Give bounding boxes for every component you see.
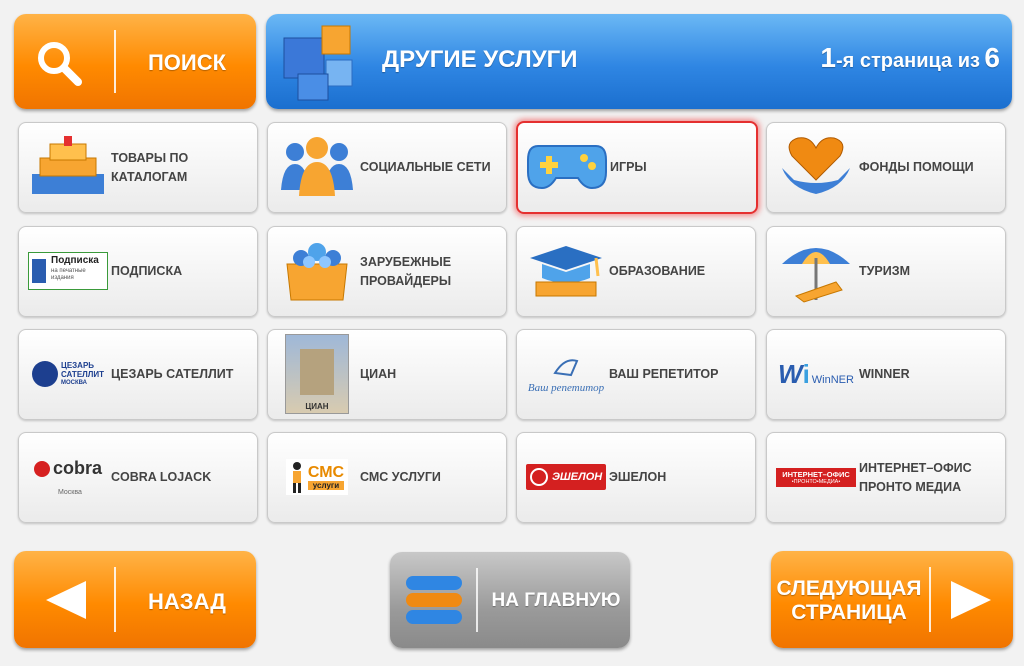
tile-label: ОБРАЗОВАНИЕ [609,264,706,278]
page-title: ДРУГИЕ УСЛУГИ [382,46,578,73]
next-label: СЛЕДУЮЩАЯ СТРАНИЦА [771,577,927,625]
repetitor-logo-text: Ваш репетитор [527,381,605,394]
cesar-logo-line3: МОСКВА [60,379,87,386]
cobra-logo-sub: Москва [57,489,82,496]
page-indicator: 1-я страница из 6 [820,42,1000,74]
next-label-line1: СЛЕДУЮЩАЯ [776,577,922,600]
winner-logo-text: WinNER [811,373,854,386]
graduation-cap-icon [525,239,607,303]
podpiska-logo-sub: на печатные издания [51,268,86,281]
tile-label: СОЦИАЛЬНЫЕ СЕТИ [360,160,491,174]
tile-label: ВАШ РЕПЕТИТОР [609,367,719,381]
home-button[interactable]: НА ГЛАВНУЮ [390,552,630,648]
arrow-right-icon [945,579,995,626]
cian-caption: ЦИАН [305,402,329,411]
tile-internet-office[interactable]: ИНТЕРНЕТ–ОФИС •ПРОНТО•МЕДИА• ИНТЕРНЕТ–ОФ… [766,432,1006,523]
back-label: НАЗАД [148,589,226,614]
search-button[interactable]: ПОИСК [14,14,256,109]
podpiska-logo: Подписка на печатные издания [27,239,109,303]
sms-logo: СМС услуги [276,445,358,509]
cian-building-icon: ЦИАН [276,334,358,414]
tile-your-tutor[interactable]: Ваш репетитор ВАШ РЕПЕТИТОР [516,329,756,420]
tile-charity-funds[interactable]: ФОНДЫ ПОМОЩИ [766,122,1006,213]
tile-social-networks[interactable]: СОЦИАЛЬНЫЕ СЕТИ [267,122,507,213]
search-label: ПОИСК [147,50,227,75]
tile-label: ЦИАН [360,367,397,381]
eshelon-logo-text: ЭШЕЛОН [552,471,603,483]
gift-boxes-icon [27,135,109,199]
internet-office-logo-line2: •ПРОНТО•МЕДИА• [791,478,841,485]
cobra-logo-text: cobra [52,458,103,478]
tile-label: ИГРЫ [610,160,647,174]
sms-logo-text: СМС [307,463,345,481]
page-header: ДРУГИЕ УСЛУГИ 1-я страница из 6 [266,14,1012,109]
back-button[interactable]: НАЗАД [14,551,256,648]
cesar-logo-line1: ЦЕЗАРЬ [60,360,95,370]
podpiska-logo-title: Подписка [51,255,99,266]
page-text: -я страница из [835,50,980,72]
eshelon-logo: ЭШЕЛОН [525,445,607,509]
tile-label: ПОДПИСКА [111,264,183,278]
tile-cesar-satellite[interactable]: ЦЕЗАРЬ САТЕЛЛИТ МОСКВА ЦЕЗАРЬ САТЕЛЛИТ [18,329,258,420]
tile-eshelon[interactable]: ЭШЕЛОН ЭШЕЛОН [516,432,756,523]
winner-logo: Wi WinNER [778,358,854,389]
tile-cobra-lojack[interactable]: cobra Москва COBRA LOJACK [18,432,258,523]
tile-label: СМС УСЛУГИ [360,470,441,484]
tile-catalog-goods[interactable]: ТОВАРЫ ПО КАТАЛОГАМ [18,122,258,213]
cubes-icon [278,20,368,104]
box-globes-icon [276,239,358,303]
tile-winner[interactable]: Wi WinNER WINNER [766,329,1006,420]
cesar-logo: ЦЕЗАРЬ САТЕЛЛИТ МОСКВА [27,342,109,406]
tile-label: ИНТЕРНЕТ–ОФИС ПРОНТО МЕДИА [859,460,972,494]
next-label-line2: СТРАНИЦА [791,601,907,624]
people-icon [276,135,358,199]
tile-label: ЦЕЗАРЬ САТЕЛЛИТ [111,367,234,381]
sms-logo-sub: услуги [307,480,345,490]
page-number: 1 [820,42,836,73]
tile-label: ЭШЕЛОН [609,470,667,484]
tile-label: ЗАРУБЕЖНЫЕ ПРОВАЙДЕРЫ [360,254,452,288]
home-stack-icon [404,574,464,631]
heart-hands-icon [775,135,857,199]
tile-foreign-providers[interactable]: ЗАРУБЕЖНЫЕ ПРОВАЙДЕРЫ [267,226,507,317]
tile-games[interactable]: ИГРЫ [516,121,758,214]
home-label: НА ГЛАВНУЮ [491,590,621,611]
tile-education[interactable]: ОБРАЗОВАНИЕ [516,226,756,317]
tile-label: ТУРИЗМ [859,264,910,278]
tile-label: COBRA LOJACK [111,470,212,484]
next-page-button[interactable]: СЛЕДУЮЩАЯ СТРАНИЦА [771,551,1013,648]
gamepad-icon [526,135,608,199]
beach-umbrella-icon [775,239,857,303]
tile-cian[interactable]: ЦИАН ЦИАН [267,329,507,420]
tile-label: ТОВАРЫ ПО КАТАЛОГАМ [111,150,189,184]
internet-office-logo-line1: ИНТЕРНЕТ–ОФИС [782,469,850,479]
arrow-left-icon [42,579,92,626]
tile-tourism[interactable]: ТУРИЗМ [766,226,1006,317]
internet-office-logo: ИНТЕРНЕТ–ОФИС •ПРОНТО•МЕДИА• [775,445,857,509]
tile-label: WINNER [859,367,910,381]
search-icon [34,38,84,88]
repetitor-logo: Ваш репетитор [525,342,607,406]
page-total: 6 [984,42,1000,73]
tile-sms-services[interactable]: СМС услуги СМС УСЛУГИ [267,432,507,523]
tile-label: ФОНДЫ ПОМОЩИ [859,160,974,174]
tile-subscription[interactable]: Подписка на печатные издания ПОДПИСКА [18,226,258,317]
cesar-logo-line2: САТЕЛЛИТ [60,369,105,379]
cobra-logo: cobra Москва [27,445,109,509]
